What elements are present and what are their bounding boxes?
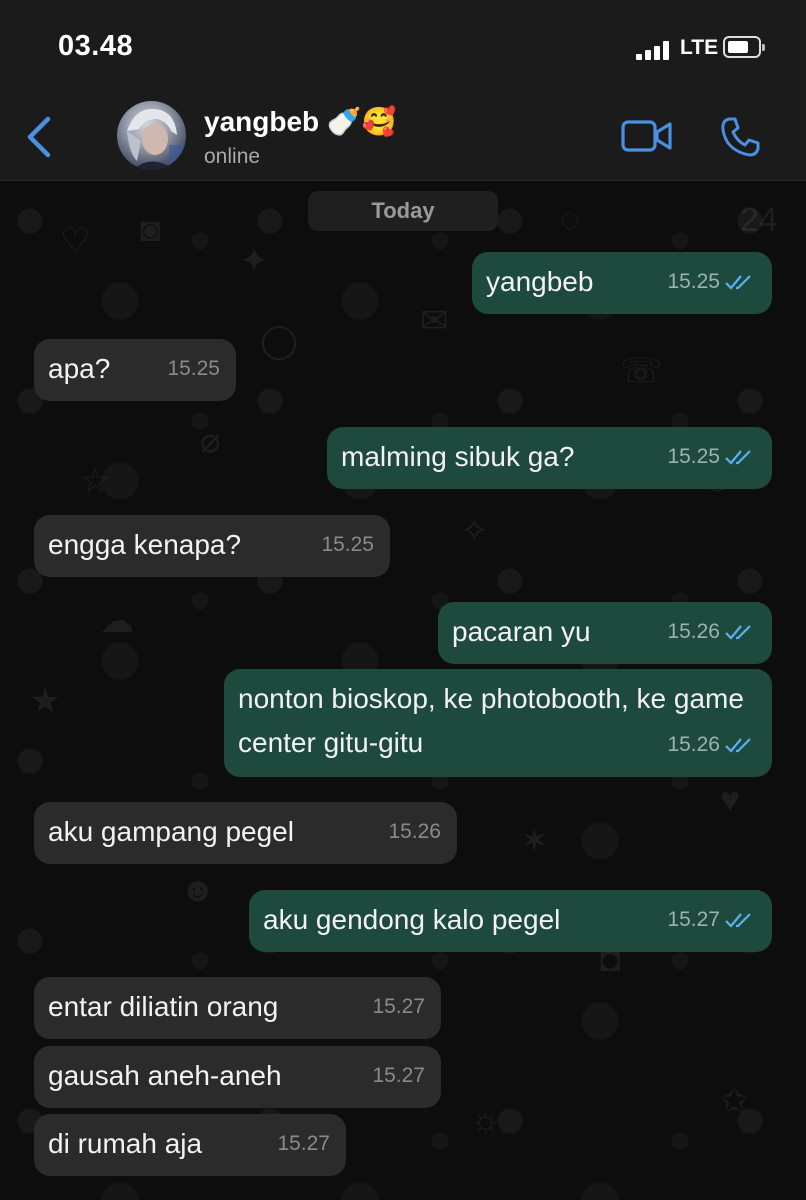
wallpaper-star-icon: ✶: [520, 822, 549, 860]
wallpaper-star-icon: ☆: [80, 462, 111, 500]
message-bubble-incoming[interactable]: apa? 15.25: [34, 339, 236, 401]
message-time: 15.26: [667, 733, 720, 756]
status-bar: 03.48 LTE: [0, 0, 806, 95]
message-bubble-incoming[interactable]: gausah aneh-aneh 15.27: [34, 1046, 441, 1108]
network-type: LTE: [680, 36, 719, 59]
status-time: 03.48: [58, 30, 134, 62]
message-bubble-outgoing[interactable]: nonton bioskop, ke photobooth, ke game c…: [224, 669, 772, 777]
wallpaper-mail-icon: ✉: [420, 302, 449, 340]
message-text: gausah aneh-aneh: [48, 1060, 282, 1091]
wallpaper-text-icon: 24: [740, 201, 778, 239]
message-bubble-outgoing[interactable]: yangbeb 15.25: [472, 252, 772, 314]
video-call-button[interactable]: [620, 117, 674, 155]
wallpaper-star-icon: ★: [30, 682, 61, 720]
message-bubble-incoming[interactable]: entar diliatin orang 15.27: [34, 977, 441, 1039]
read-receipt-icon: [725, 913, 751, 929]
message-time: 15.27: [667, 908, 720, 931]
avatar[interactable]: [117, 101, 186, 170]
contact-status: online: [204, 145, 261, 168]
phone-icon: [721, 117, 760, 157]
avatar-image: [127, 108, 186, 170]
wallpaper-star-icon: ✦: [240, 242, 269, 280]
wallpaper-cloud-icon: ☁: [100, 602, 134, 640]
chat-area[interactable]: ♡ ◙ ✦ ◌ 24 ◯ ✉ ☏ ☆ ⌀ ✧ ☺ ☁ ♪ ★ ☻ ✶ ♥ ◘ ☼…: [0, 181, 806, 1200]
wallpaper-mic-icon: ⌀: [200, 422, 221, 460]
message-meta: 15.25: [667, 260, 756, 304]
message-text: aku gampang pegel: [48, 816, 294, 847]
message-meta: 15.25: [667, 435, 756, 479]
voice-call-button[interactable]: [718, 115, 762, 159]
message-meta: 15.26: [667, 723, 756, 767]
chat-header: yangbeb 🍼🥰 online: [0, 95, 806, 181]
read-receipt-icon: [725, 275, 751, 291]
message-time: 15.25: [667, 270, 720, 293]
message-text: yangbeb: [486, 266, 594, 297]
message-text: entar diliatin orang: [48, 991, 279, 1022]
wallpaper-smile-icon: ☻: [180, 871, 216, 909]
battery-icon: [723, 36, 765, 58]
message-time: 15.26: [667, 620, 720, 643]
wallpaper-heart-icon: ♡: [60, 222, 91, 260]
message-time: 15.27: [277, 1132, 330, 1155]
message-text: engga kenapa?: [48, 529, 242, 560]
message-bubble-outgoing[interactable]: malming sibuk ga? 15.25: [327, 427, 772, 489]
message-time: 15.25: [321, 533, 374, 556]
contact-name[interactable]: yangbeb 🍼🥰: [204, 105, 397, 138]
message-text: pacaran yu: [452, 616, 591, 647]
date-separator: Today: [308, 191, 498, 231]
message-time: 15.25: [667, 445, 720, 468]
wallpaper-drop-icon: ◌: [560, 201, 581, 239]
message-bubble-incoming[interactable]: di rumah aja 15.27: [34, 1114, 346, 1176]
chevron-left-icon: [27, 116, 51, 158]
message-time: 15.27: [372, 995, 425, 1018]
message-bubble-incoming[interactable]: engga kenapa? 15.25: [34, 515, 390, 577]
wallpaper-person-icon: ◯: [260, 322, 299, 360]
message-time: 15.27: [372, 1064, 425, 1087]
message-meta: 15.27: [667, 898, 756, 942]
wallpaper-star-icon: ✩: [720, 1082, 749, 1120]
wallpaper-star-icon: ✧: [460, 512, 489, 550]
message-time: 15.26: [388, 820, 441, 843]
message-time: 15.25: [167, 357, 220, 380]
message-meta: 15.26: [667, 610, 756, 654]
wallpaper-camera-icon: ◙: [140, 211, 161, 249]
wallpaper-sun-icon: ☼: [470, 1101, 502, 1139]
message-text: apa?: [48, 353, 111, 384]
read-receipt-icon: [725, 625, 751, 641]
message-text: malming sibuk ga?: [341, 441, 575, 472]
video-camera-icon: [621, 120, 672, 152]
read-receipt-icon: [725, 738, 751, 754]
message-bubble-incoming[interactable]: aku gampang pegel 15.26: [34, 802, 457, 864]
wallpaper-heart-icon: ♥: [720, 781, 741, 819]
message-bubble-outgoing[interactable]: pacaran yu 15.26: [438, 602, 772, 664]
signal-strength-icon: [636, 40, 674, 60]
read-receipt-icon: [725, 450, 751, 466]
message-text: di rumah aja: [48, 1128, 203, 1159]
back-button[interactable]: [20, 113, 60, 161]
message-text: aku gendong kalo pegel: [263, 904, 561, 935]
message-bubble-outgoing[interactable]: aku gendong kalo pegel 15.27: [249, 890, 772, 952]
wallpaper-phone-icon: ☏: [620, 352, 663, 390]
